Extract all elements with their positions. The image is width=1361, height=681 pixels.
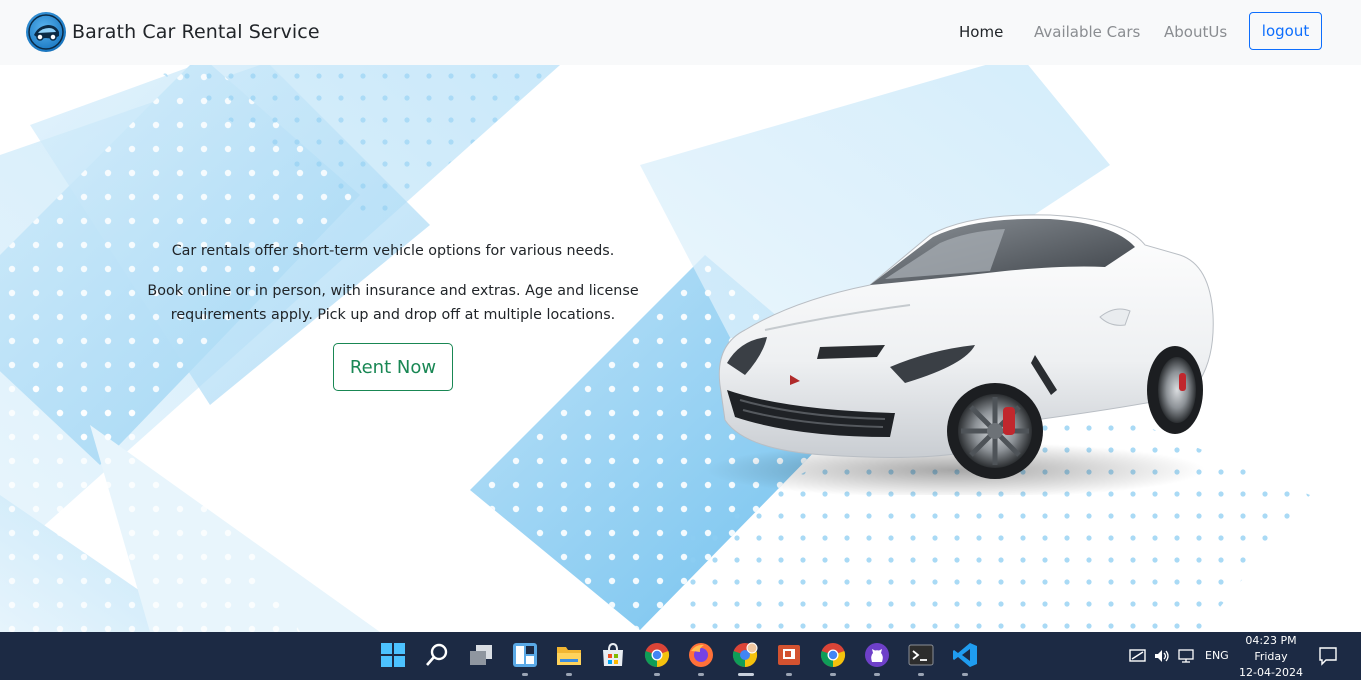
- terminal-icon[interactable]: [908, 642, 936, 670]
- chrome-indicator: [654, 673, 660, 676]
- notification-icon[interactable]: [1318, 646, 1338, 666]
- brand-name: Barath Car Rental Service: [72, 21, 320, 43]
- terminal-indicator: [918, 673, 924, 676]
- microsoft-store-icon[interactable]: [600, 642, 628, 670]
- nav-link-available-cars[interactable]: Available Cars: [1034, 23, 1140, 41]
- github-desktop-indicator: [874, 673, 880, 676]
- volume-icon[interactable]: [1153, 648, 1171, 664]
- vscode-icon[interactable]: [952, 642, 980, 670]
- github-desktop-icon[interactable]: [864, 642, 892, 670]
- vscode-indicator: [962, 673, 968, 676]
- widgets-indicator: [522, 673, 528, 676]
- navbar: Barath Car Rental Service Home Available…: [0, 0, 1361, 65]
- firefox-icon[interactable]: [688, 642, 716, 670]
- chrome-2-indicator: [830, 673, 836, 676]
- display-icon[interactable]: [1178, 648, 1196, 664]
- taskbar: ENG 04:23 PM Friday 12-04-2024: [0, 632, 1361, 680]
- file-explorer-indicator: [566, 673, 572, 676]
- logout-button[interactable]: logout: [1249, 12, 1322, 50]
- car-image: [705, 214, 1214, 495]
- hero-copy: Car rentals offer short-term vehicle opt…: [140, 239, 646, 391]
- chrome-icon-2[interactable]: [820, 642, 848, 670]
- hero-section: Car rentals offer short-term vehicle opt…: [0, 65, 1361, 632]
- clock-time: 04:23 PM: [1245, 634, 1297, 647]
- brand-logo: [26, 12, 66, 52]
- network-icon[interactable]: [1129, 648, 1147, 664]
- search-icon[interactable]: [424, 642, 452, 670]
- brand[interactable]: Barath Car Rental Service: [26, 12, 320, 52]
- clock-date: 12-04-2024: [1239, 666, 1303, 679]
- hero-details-text: Book online or in person, with insurance…: [147, 283, 639, 323]
- language-indicator[interactable]: ENG: [1205, 649, 1229, 662]
- task-view-icon[interactable]: [468, 642, 496, 670]
- windows-start-icon[interactable]: [380, 642, 408, 670]
- rent-now-button[interactable]: Rent Now: [333, 343, 453, 391]
- clock-day: Friday: [1254, 650, 1288, 663]
- powerpoint-indicator: [786, 673, 792, 676]
- powerpoint-icon[interactable]: [776, 642, 804, 670]
- chrome-profile-indicator: [738, 673, 754, 676]
- nav-link-about-us[interactable]: AboutUs: [1164, 23, 1227, 41]
- chrome-profile-icon[interactable]: [732, 642, 760, 670]
- widgets-icon[interactable]: [512, 642, 540, 670]
- firefox-indicator: [698, 673, 704, 676]
- hero-intro-text: Car rentals offer short-term vehicle opt…: [171, 243, 615, 259]
- nav-link-home[interactable]: Home: [959, 23, 1003, 41]
- chrome-icon[interactable]: [644, 642, 672, 670]
- file-explorer-icon[interactable]: [556, 642, 584, 670]
- clock[interactable]: 04:23 PM Friday 12-04-2024: [1232, 633, 1310, 681]
